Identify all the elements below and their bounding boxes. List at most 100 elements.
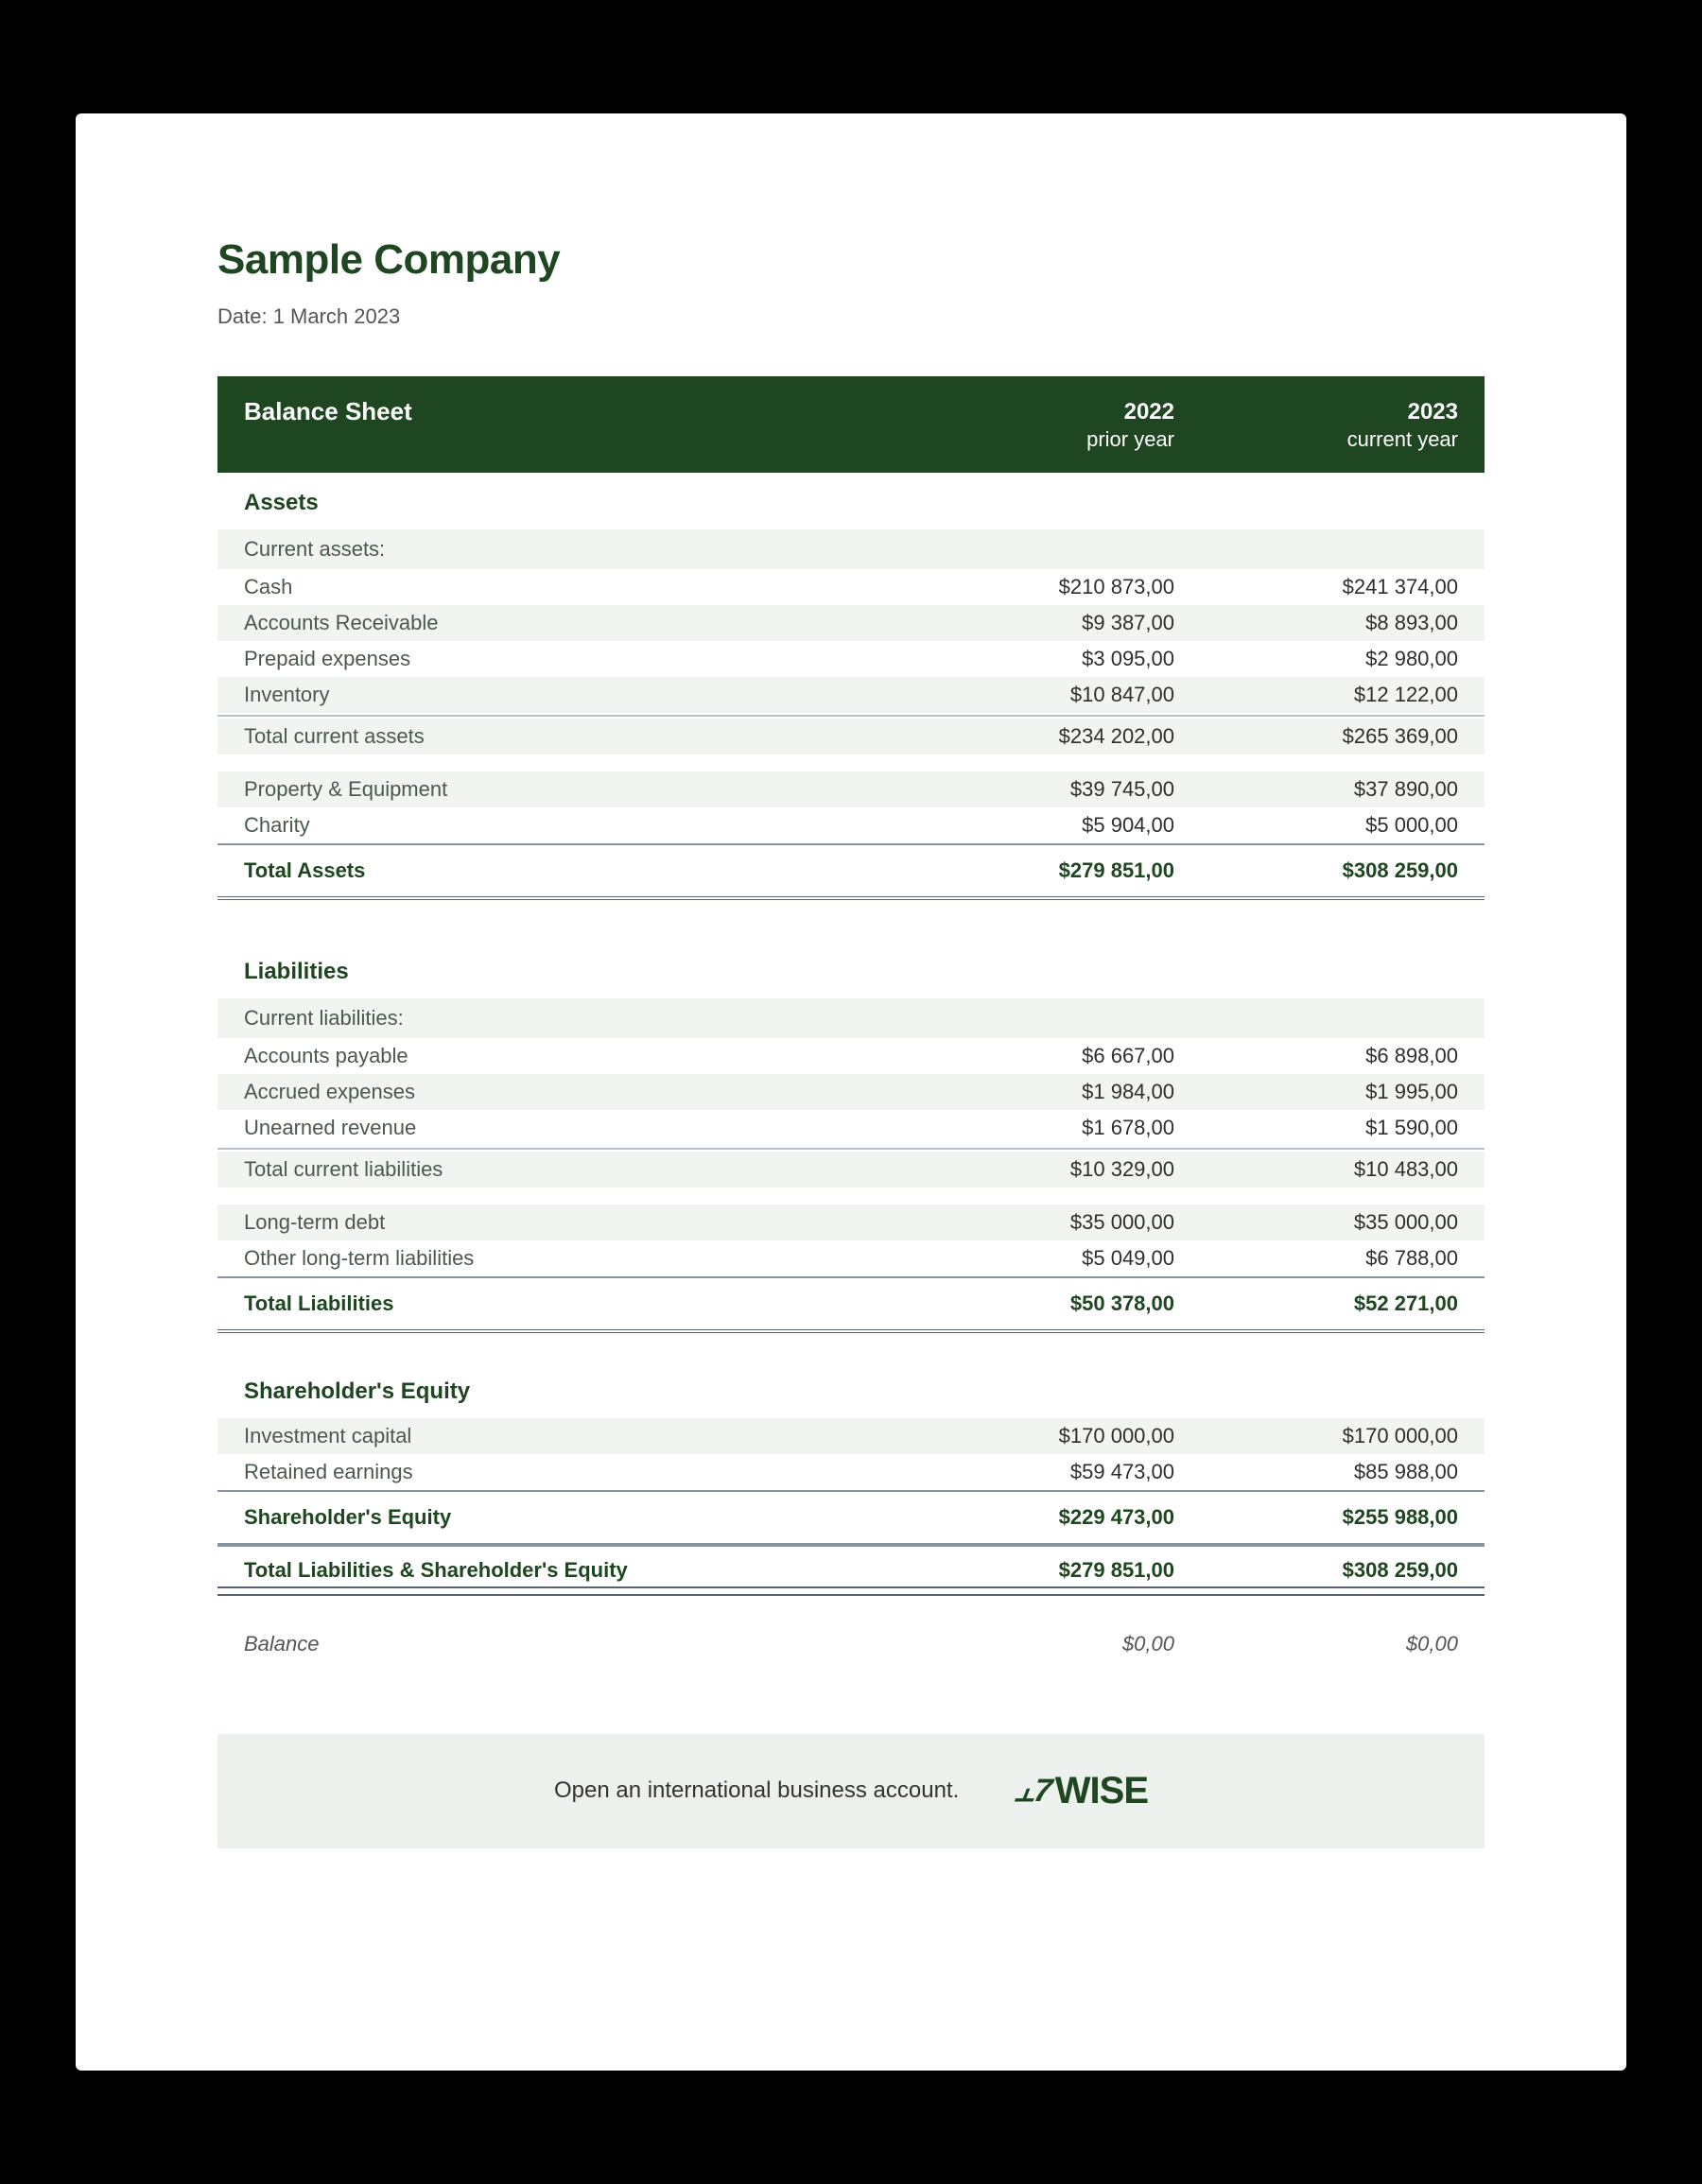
table-row: Property & Equipment $39 745,00 $37 890,…: [217, 771, 1485, 807]
row-prior: $1 984,00: [929, 1080, 1174, 1104]
balance-row: Balance $0,00 $0,00: [217, 1596, 1485, 1666]
row-prior: $6 667,00: [929, 1044, 1174, 1068]
row-label: Accounts Receivable: [244, 611, 929, 635]
sheet-header: Balance Sheet 2022 prior year 2023 curre…: [217, 376, 1485, 473]
document-date: Date: 1 March 2023: [217, 304, 1485, 329]
row-prior: $5 049,00: [929, 1246, 1174, 1271]
row-prior: $35 000,00: [929, 1210, 1174, 1235]
assets-subhead: Current assets:: [217, 529, 1485, 569]
row-current: $37 890,00: [1212, 777, 1458, 802]
column-header-current: 2023 current year: [1212, 397, 1458, 454]
row-label: Retained earnings: [244, 1460, 929, 1484]
row-prior: $1 678,00: [929, 1116, 1174, 1140]
table-row: Investment capital $170 000,00 $170 000,…: [217, 1418, 1485, 1454]
row-label: Accrued expenses: [244, 1080, 929, 1104]
row-prior: $10 329,00: [929, 1157, 1174, 1182]
row-current: $52 271,00: [1212, 1291, 1458, 1316]
row-prior: $10 847,00: [929, 683, 1174, 707]
total-current-assets: Total current assets $234 202,00 $265 36…: [217, 719, 1485, 754]
row-current: $308 259,00: [1212, 858, 1458, 883]
row-label: Total Liabilities: [244, 1291, 929, 1316]
row-prior: $39 745,00: [929, 777, 1174, 802]
assets-heading: Assets: [244, 490, 929, 516]
row-current: $308 259,00: [1212, 1558, 1458, 1583]
balance-prior: $0,00: [929, 1632, 1174, 1656]
total-liabilities: Total Liabilities $50 378,00 $52 271,00: [217, 1276, 1485, 1333]
table-row: Long-term debt $35 000,00 $35 000,00: [217, 1205, 1485, 1240]
equity-heading: Shareholder's Equity: [244, 1378, 929, 1405]
row-prior: $3 095,00: [929, 647, 1174, 671]
total-equity: Shareholder's Equity $229 473,00 $255 98…: [217, 1490, 1485, 1545]
row-current: $6 788,00: [1212, 1246, 1458, 1271]
row-current: $2 980,00: [1212, 647, 1458, 671]
current-year: 2023: [1212, 397, 1458, 426]
row-prior: $279 851,00: [929, 858, 1174, 883]
row-prior: $210 873,00: [929, 575, 1174, 599]
row-current: $255 988,00: [1212, 1505, 1458, 1530]
row-label: Inventory: [244, 683, 929, 707]
row-current: $10 483,00: [1212, 1157, 1458, 1182]
prior-year: 2022: [929, 397, 1174, 426]
document-page: Sample Company Date: 1 March 2023 Balanc…: [76, 113, 1626, 2071]
total-current-liabilities: Total current liabilities $10 329,00 $10…: [217, 1152, 1485, 1187]
row-label: Long-term debt: [244, 1210, 929, 1235]
table-row: Other long-term liabilities $5 049,00 $6…: [217, 1240, 1485, 1276]
row-label: Unearned revenue: [244, 1116, 929, 1140]
balance-sheet: Balance Sheet 2022 prior year 2023 curre…: [217, 376, 1485, 1666]
table-row: Unearned revenue $1 678,00 $1 590,00: [217, 1110, 1485, 1146]
table-row: Prepaid expenses $3 095,00 $2 980,00: [217, 641, 1485, 677]
row-prior: $50 378,00: [929, 1291, 1174, 1316]
row-current: $8 893,00: [1212, 611, 1458, 635]
row-prior: $9 387,00: [929, 611, 1174, 635]
section-assets-title: Assets: [217, 473, 1485, 529]
table-row: Inventory $10 847,00 $12 122,00: [217, 677, 1485, 713]
section-liabilities-title: Liabilities: [217, 942, 1485, 998]
row-label: Charity: [244, 813, 929, 838]
table-row: Retained earnings $59 473,00 $85 988,00: [217, 1454, 1485, 1490]
column-header-prior: 2022 prior year: [929, 397, 1174, 454]
current-assets-label: Current assets:: [244, 537, 929, 562]
prior-year-sub: prior year: [929, 426, 1174, 454]
row-current: $5 000,00: [1212, 813, 1458, 838]
row-current: $170 000,00: [1212, 1424, 1458, 1448]
row-label: Shareholder's Equity: [244, 1505, 929, 1530]
company-name: Sample Company: [217, 236, 1485, 284]
row-prior: $234 202,00: [929, 724, 1174, 749]
current-liabilities-label: Current liabilities:: [244, 1006, 929, 1031]
table-row: Accounts payable $6 667,00 $6 898,00: [217, 1038, 1485, 1074]
sheet-title: Balance Sheet: [244, 397, 929, 426]
row-label: Total current assets: [244, 724, 929, 749]
footer-banner: Open an international business account. …: [217, 1734, 1485, 1848]
row-label: Other long-term liabilities: [244, 1246, 929, 1271]
row-prior: $170 000,00: [929, 1424, 1174, 1448]
wise-brand-text: WISE: [1055, 1770, 1148, 1812]
row-current: $265 369,00: [1212, 724, 1458, 749]
row-prior: $229 473,00: [929, 1505, 1174, 1530]
table-row: Cash $210 873,00 $241 374,00: [217, 569, 1485, 605]
row-label: Total Assets: [244, 858, 929, 883]
balance-label: Balance: [244, 1632, 929, 1656]
row-label: Total current liabilities: [244, 1157, 929, 1182]
liabilities-subhead: Current liabilities:: [217, 998, 1485, 1038]
row-current: $1 995,00: [1212, 1080, 1458, 1104]
row-current: $1 590,00: [1212, 1116, 1458, 1140]
liabilities-heading: Liabilities: [244, 959, 929, 985]
total-assets: Total Assets $279 851,00 $308 259,00: [217, 843, 1485, 900]
wise-logo: ⫠7 WISE: [1016, 1770, 1148, 1812]
row-label: Total Liabilities & Shareholder's Equity: [244, 1558, 929, 1583]
wise-flag-icon: ⫠7: [1014, 1773, 1054, 1810]
row-label: Accounts payable: [244, 1044, 929, 1068]
footer-cta: Open an international business account.: [554, 1777, 959, 1804]
row-label: Investment capital: [244, 1424, 929, 1448]
row-current: $12 122,00: [1212, 683, 1458, 707]
current-year-sub: current year: [1212, 426, 1458, 454]
total-liabilities-and-equity: Total Liabilities & Shareholder's Equity…: [217, 1545, 1485, 1596]
row-prior: $279 851,00: [929, 1558, 1174, 1583]
row-current: $6 898,00: [1212, 1044, 1458, 1068]
row-current: $85 988,00: [1212, 1460, 1458, 1484]
section-equity-title: Shareholder's Equity: [217, 1361, 1485, 1418]
table-row: Accrued expenses $1 984,00 $1 995,00: [217, 1074, 1485, 1110]
row-current: $241 374,00: [1212, 575, 1458, 599]
row-prior: $5 904,00: [929, 813, 1174, 838]
table-row: Accounts Receivable $9 387,00 $8 893,00: [217, 605, 1485, 641]
